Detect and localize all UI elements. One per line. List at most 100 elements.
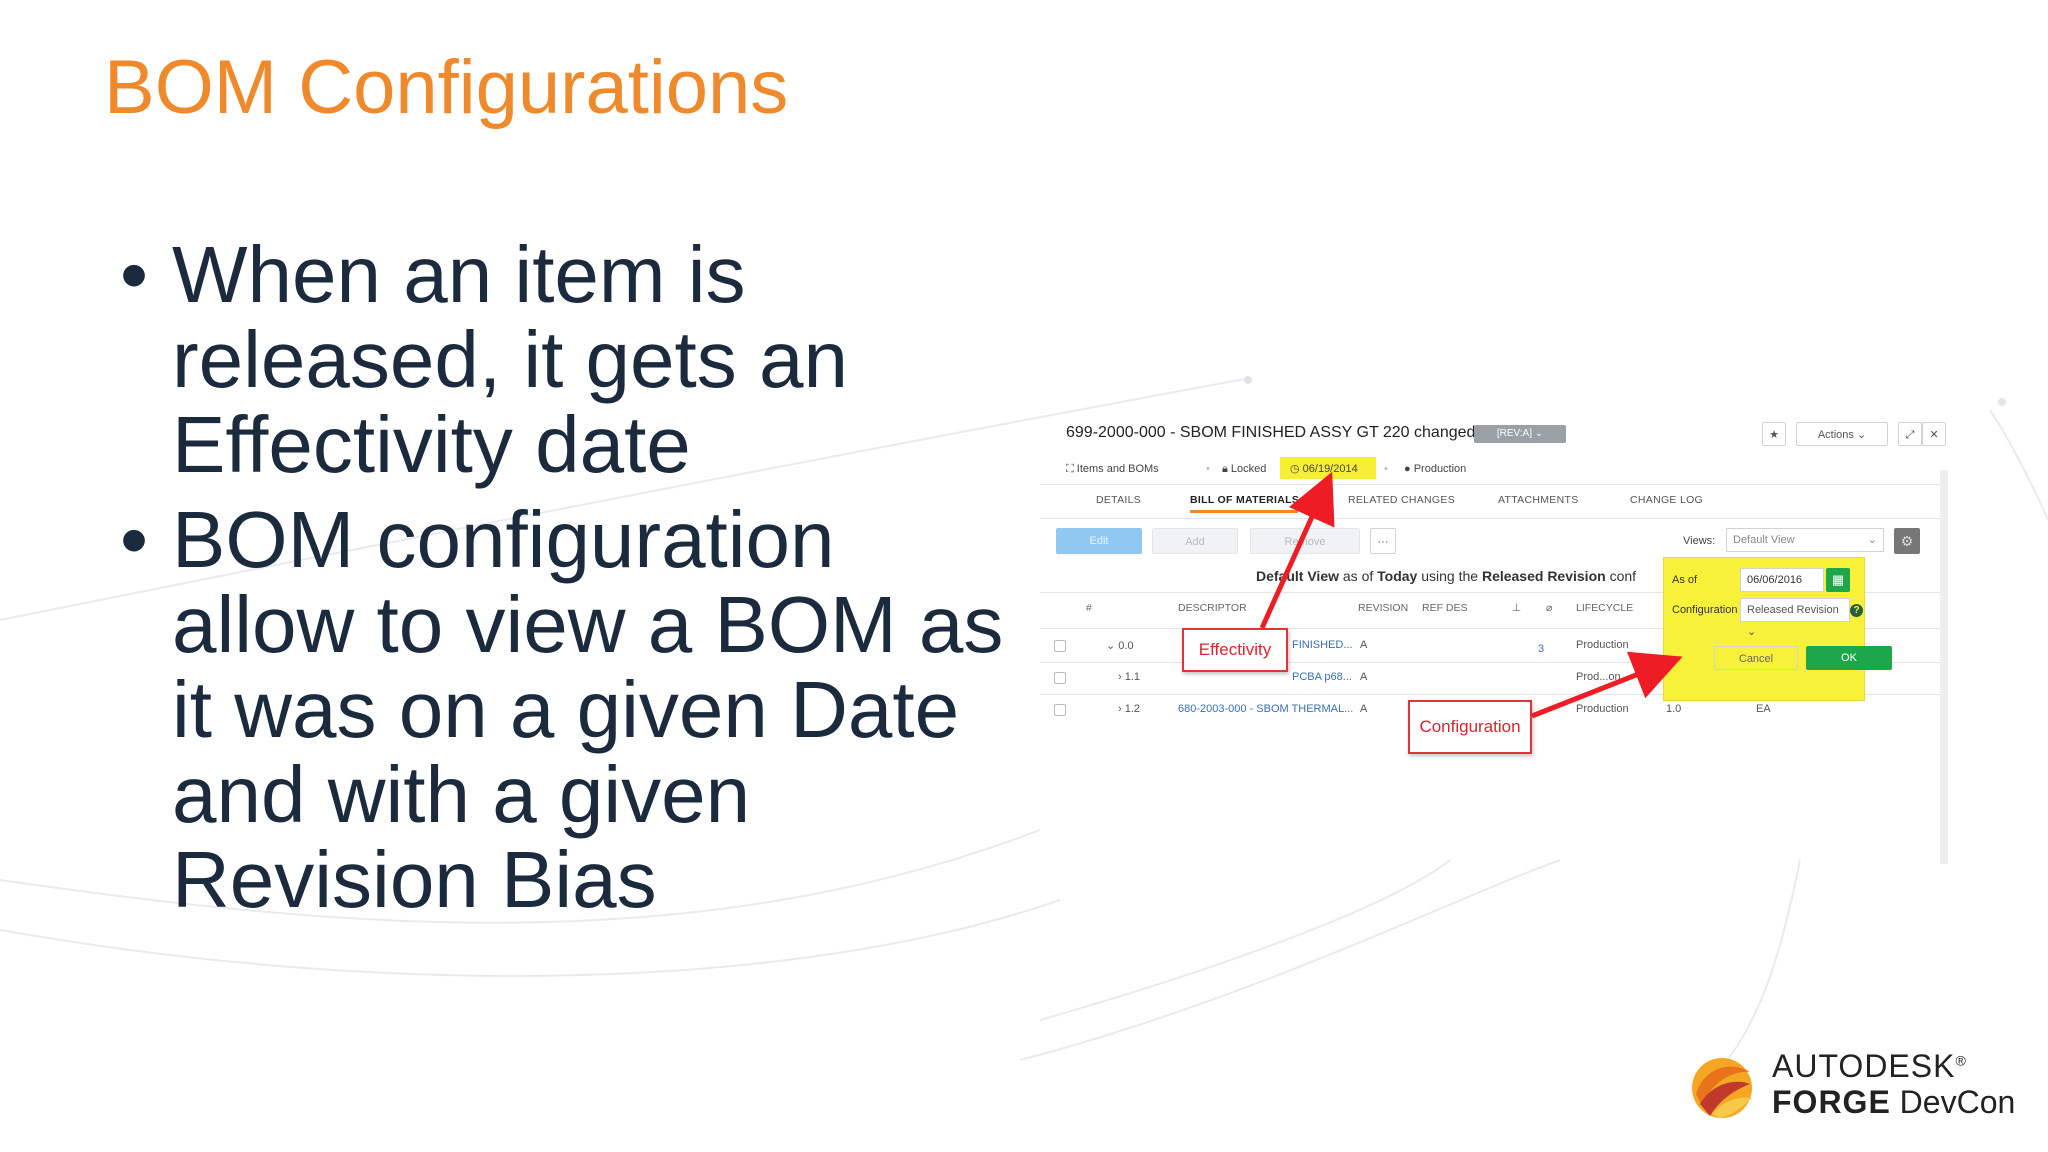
row-checkbox[interactable]	[1054, 640, 1066, 652]
view-settings-button[interactable]: ⚙	[1894, 528, 1920, 554]
column-header-number[interactable]: #	[1086, 602, 1092, 614]
row-quantity: 1.0	[1666, 703, 1682, 715]
close-icon: ✕	[1929, 429, 1939, 441]
status-effectivity: ◷ 06/19/2014	[1290, 460, 1358, 478]
column-header-ref-des[interactable]: REF DES	[1422, 602, 1468, 614]
autodesk-forge-devcon-logo: AUTODESK® FORGE DevCon	[1690, 1048, 2015, 1124]
bullet-line: allow to view a BOM as	[172, 580, 1004, 669]
row-attachment-count[interactable]: 3	[1538, 643, 1544, 655]
configuration-label: Configuration	[1672, 604, 1738, 616]
as-of-date-input[interactable]: 06/06/2016	[1740, 568, 1824, 592]
bullet-line: BOM configuration	[172, 495, 835, 584]
configuration-popup: As of 06/06/2016 ▦ Configuration Release…	[1664, 558, 1892, 700]
column-header-pin[interactable]: ⊥	[1512, 602, 1521, 614]
tab-change-log[interactable]: CHANGE LOG	[1630, 494, 1703, 506]
item-title: 699-2000-000 - SBOM FINISHED ASSY GT 220…	[1066, 424, 1476, 441]
configuration-callout: Configuration	[1408, 700, 1532, 754]
star-icon: ★	[1769, 429, 1779, 441]
bullet-dot: •	[120, 495, 149, 584]
views-select[interactable]: Default View ⌄	[1726, 528, 1884, 552]
row-lifecycle: Production	[1576, 703, 1629, 715]
status-lifecycle: ● Production	[1404, 460, 1466, 478]
more-button[interactable]: ···	[1370, 528, 1396, 554]
view-desc-text: using the	[1417, 568, 1482, 584]
row-revision: A	[1360, 703, 1368, 715]
view-desc-date: Today	[1377, 568, 1418, 584]
status-workspace[interactable]: ⛶ Items and BOMs	[1066, 460, 1159, 478]
configuration-select[interactable]: Released Revision ⌄	[1740, 598, 1850, 638]
column-header-descriptor[interactable]: DESCRIPTOR	[1178, 602, 1247, 614]
tab-related-changes[interactable]: RELATED CHANGES	[1348, 494, 1455, 506]
lifecycle-label: Production	[1413, 463, 1467, 475]
clock-icon: ◷	[1290, 463, 1303, 475]
row-descriptor[interactable]: 680-2003-000 - SBOM THERMAL...	[1178, 703, 1353, 715]
as-of-label: As of	[1672, 574, 1698, 586]
paperclip-icon: ⌀	[1546, 602, 1553, 614]
row-descriptor[interactable]: PCBA p68...	[1292, 671, 1352, 683]
row-lifecycle: Prod...on	[1576, 671, 1621, 683]
column-header-revision[interactable]: REVISION	[1358, 602, 1408, 614]
expand-button[interactable]: ⤢	[1898, 422, 1922, 446]
view-desc-text: as of	[1339, 568, 1378, 584]
calendar-icon: ▦	[1831, 572, 1845, 587]
row-revision: A	[1360, 639, 1368, 651]
row-units: EA	[1756, 703, 1771, 715]
remove-button[interactable]: Remove	[1250, 528, 1360, 554]
row-number[interactable]: › 1.2	[1118, 703, 1140, 715]
lifecycle-dot-icon: ●	[1404, 463, 1414, 475]
bookmark-button[interactable]: ★	[1762, 422, 1786, 446]
logo-autodesk-text: AUTODESK®	[1772, 1048, 1967, 1085]
bullet-item: • When an item is released, it gets an E…	[120, 232, 1020, 487]
view-desc-bias: Released Revision	[1481, 568, 1606, 584]
ok-button[interactable]: OK	[1806, 646, 1892, 670]
workspace-label: Items and BOMs	[1076, 463, 1159, 475]
workspace-icon: ⛶	[1066, 463, 1077, 475]
view-desc-text: conf	[1605, 568, 1637, 584]
bullet-line: and with a given	[172, 750, 751, 839]
views-selected: Default View	[1733, 534, 1795, 546]
divider	[1040, 484, 1948, 485]
view-desc-name: Default View	[1256, 568, 1339, 584]
row-lifecycle: Production	[1576, 639, 1629, 651]
help-icon[interactable]: ?	[1850, 604, 1863, 617]
bullet-line: released, it gets an	[172, 315, 848, 404]
lock-label: Locked	[1230, 463, 1267, 475]
bullet-line: Effectivity date	[172, 400, 691, 489]
row-descriptor[interactable]: FINISHED...	[1292, 639, 1353, 651]
views-label: Views:	[1683, 535, 1716, 547]
active-tab-indicator	[1190, 510, 1298, 513]
bullet-line: Revision Bias	[172, 835, 657, 924]
logo-devcon-word: DevCon	[1890, 1084, 2016, 1120]
tab-details[interactable]: DETAILS	[1096, 494, 1141, 506]
lock-icon: 🔒︎	[1222, 463, 1231, 475]
revision-badge[interactable]: [REV:A] ⌄	[1474, 425, 1566, 443]
plm-screenshot: 699-2000-000 - SBOM FINISHED ASSY GT 220…	[1040, 410, 1948, 864]
cancel-button[interactable]: Cancel	[1714, 646, 1798, 670]
bullet-list: • When an item is released, it gets an E…	[120, 232, 1020, 932]
effectivity-date: 06/19/2014	[1302, 463, 1358, 475]
tab-bill-of-materials[interactable]: BILL OF MATERIALS	[1190, 494, 1299, 506]
logo-forge-word: FORGE	[1772, 1084, 1891, 1120]
column-header-attachments[interactable]: ⌀	[1546, 602, 1552, 614]
bullet-dot: •	[120, 230, 149, 319]
add-button[interactable]: Add	[1152, 528, 1238, 554]
row-number[interactable]: ⌄ 0.0	[1106, 639, 1134, 652]
chevron-down-icon: ⌄	[1867, 534, 1877, 546]
actions-button[interactable]: Actions ⌄	[1796, 422, 1888, 446]
view-description: Default View as of Today using the Relea…	[1256, 568, 1636, 584]
tab-attachments[interactable]: ATTACHMENTS	[1498, 494, 1579, 506]
bullet-item: • BOM configuration allow to view a BOM …	[120, 497, 1020, 922]
calendar-button[interactable]: ▦	[1826, 568, 1850, 592]
slide-title: BOM Configurations	[104, 45, 789, 130]
edit-button[interactable]: Edit	[1056, 528, 1142, 554]
logo-forge-devcon-text: FORGE DevCon	[1772, 1084, 2015, 1121]
effectivity-callout: Effectivity	[1182, 628, 1288, 672]
close-button[interactable]: ✕	[1922, 422, 1946, 446]
vertical-scrollbar[interactable]	[1940, 470, 1948, 864]
bullet-line: When an item is	[172, 230, 746, 319]
expand-icon: ⤢	[1905, 429, 1915, 441]
row-number[interactable]: › 1.1	[1118, 671, 1140, 683]
column-header-lifecycle[interactable]: LIFECYCLE	[1576, 602, 1633, 614]
row-checkbox[interactable]	[1054, 672, 1066, 684]
row-checkbox[interactable]	[1054, 704, 1066, 716]
